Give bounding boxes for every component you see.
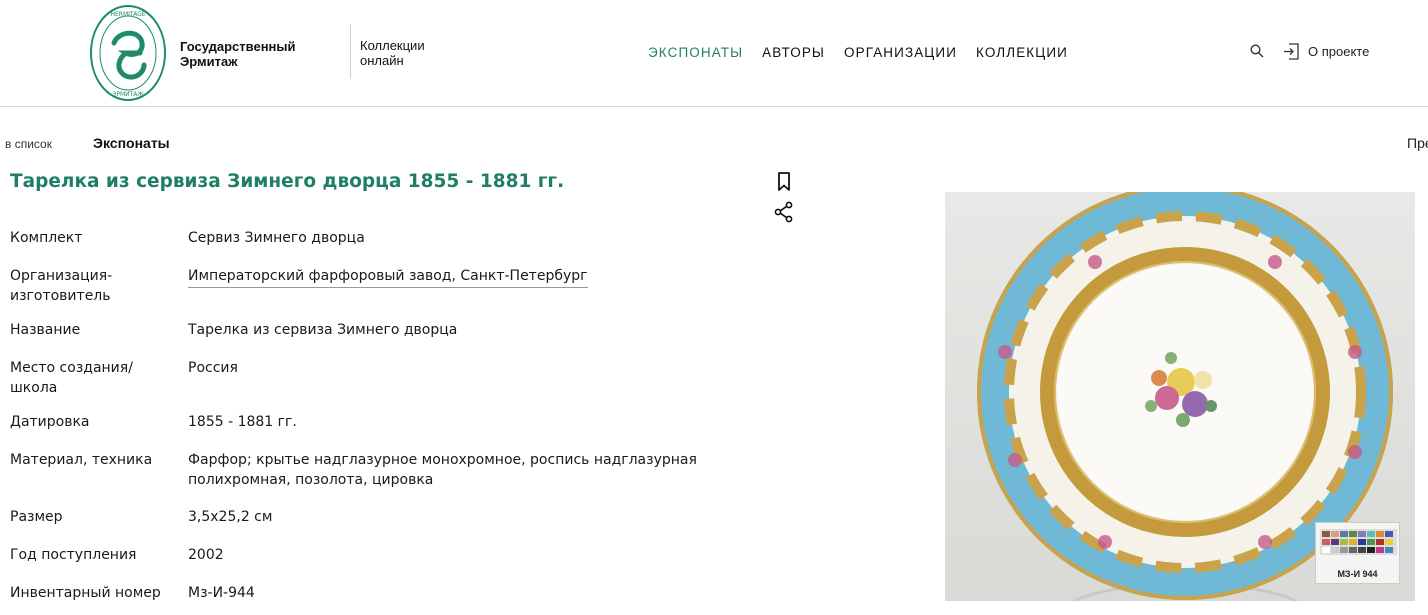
- brand-divider: [350, 24, 351, 79]
- property-value: Россия: [188, 360, 238, 376]
- share-icon[interactable]: [772, 200, 796, 224]
- manufacturer-link[interactable]: Императорский фарфоровый завод, Санкт-Пе…: [188, 266, 588, 288]
- nav-organizations[interactable]: ОРГАНИЗАЦИИ: [844, 45, 957, 60]
- about-project-link[interactable]: О проекте: [1308, 44, 1369, 59]
- nav-exhibits[interactable]: ЭКСПОНАТЫ: [648, 45, 743, 60]
- hermitage-logo[interactable]: HERMITAGE ЭРМИТАЖ: [88, 3, 168, 103]
- search-icon[interactable]: [1248, 42, 1266, 60]
- brand-name[interactable]: Государственный Эрмитаж: [180, 39, 296, 69]
- property-key: Инвентарный номер: [10, 585, 161, 601]
- item-actions: [772, 170, 796, 230]
- site-header: HERMITAGE ЭРМИТАЖ Государственный Эрмита…: [0, 0, 1428, 107]
- inventory-label: МЗ-И 944: [1337, 569, 1378, 579]
- login-icon[interactable]: [1282, 42, 1300, 60]
- property-key: Комплект: [10, 230, 83, 246]
- nav-authors[interactable]: АВТОРЫ: [762, 45, 825, 60]
- property-key: Организация-изготовитель: [10, 268, 113, 304]
- property-key: Датировка: [10, 414, 90, 430]
- header-tools: О проекте: [1248, 42, 1369, 60]
- bookmark-icon[interactable]: [772, 170, 796, 194]
- back-to-list-link[interactable]: в список: [5, 137, 52, 151]
- brand-line-2: Эрмитаж: [180, 54, 238, 69]
- breadcrumb: в список Экспонаты: [5, 135, 170, 153]
- property-value: Мз-И-944: [188, 585, 255, 601]
- color-scale-card: МЗ-И 944: [1315, 522, 1400, 584]
- sub-line-1: Коллекции: [360, 38, 425, 53]
- next-item-link[interactable]: Пре: [1407, 135, 1428, 151]
- item-photo[interactable]: МЗ-И 944: [945, 192, 1415, 601]
- property-value: Фарфор; крытье надглазурное монохромное,…: [188, 452, 697, 488]
- property-value: 3,5х25,2 см: [188, 509, 273, 525]
- property-key: Год поступления: [10, 547, 137, 563]
- svg-text:HERMITAGE: HERMITAGE: [110, 11, 145, 18]
- svg-text:ЭРМИТАЖ: ЭРМИТАЖ: [112, 91, 144, 98]
- nav-collections[interactable]: КОЛЛЕКЦИИ: [976, 45, 1068, 60]
- property-key: Место создания/школа: [10, 360, 133, 396]
- sub-line-2: онлайн: [360, 53, 404, 68]
- item-title: Тарелка из сервиза Зимнего дворца 1855 -…: [10, 171, 565, 192]
- property-value: Тарелка из сервиза Зимнего дворца: [188, 322, 458, 338]
- main-nav: ЭКСПОНАТЫ АВТОРЫ ОРГАНИЗАЦИИ КОЛЛЕКЦИИ: [648, 45, 1087, 60]
- property-key: Материал, техника: [10, 452, 153, 468]
- property-value: Сервиз Зимнего дворца: [188, 230, 365, 246]
- property-value: 2002: [188, 547, 224, 563]
- brand-line-1: Государственный: [180, 39, 296, 54]
- color-checker-icon: [1320, 529, 1397, 555]
- property-key: Размер: [10, 509, 63, 525]
- property-key: Название: [10, 322, 81, 338]
- breadcrumb-current: Экспонаты: [93, 135, 170, 151]
- collections-online-label[interactable]: Коллекции онлайн: [360, 38, 425, 68]
- property-value: 1855 - 1881 гг.: [188, 414, 297, 430]
